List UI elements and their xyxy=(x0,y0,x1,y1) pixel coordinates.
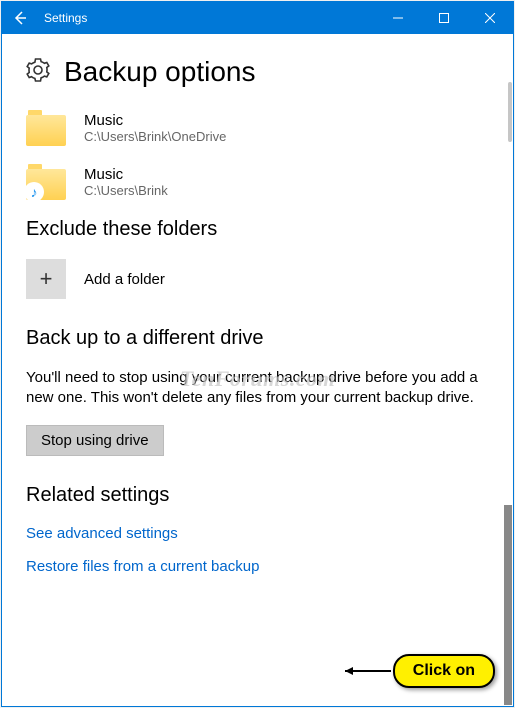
page-header: Backup options xyxy=(26,56,489,88)
content-area: Backup options Music C:\Users\Brink\OneD… xyxy=(2,34,513,706)
stop-using-drive-button[interactable]: Stop using drive xyxy=(26,425,164,456)
scroll-thumb[interactable] xyxy=(504,505,512,705)
gear-icon xyxy=(26,58,50,87)
scroll-track xyxy=(508,82,512,142)
minimize-button[interactable] xyxy=(375,2,421,34)
folder-item-onedrive-music[interactable]: Music C:\Users\Brink\OneDrive xyxy=(26,110,489,146)
arrow-left-icon xyxy=(12,10,28,26)
folder-name: Music xyxy=(84,166,168,183)
close-icon xyxy=(485,13,495,23)
close-button[interactable] xyxy=(467,2,513,34)
folder-item-music[interactable]: ♪ Music C:\Users\Brink xyxy=(26,164,489,200)
folder-path: C:\Users\Brink xyxy=(84,183,168,198)
window-controls xyxy=(375,2,513,34)
add-folder-button[interactable]: + Add a folder xyxy=(26,259,489,299)
folder-path: C:\Users\Brink\OneDrive xyxy=(84,129,226,144)
callout-label: Click on xyxy=(393,654,495,688)
annotation-callout: Click on xyxy=(345,654,495,688)
callout-pointer-icon xyxy=(345,665,393,677)
titlebar: Settings xyxy=(2,2,513,34)
page-title: Backup options xyxy=(64,56,255,88)
backup-drive-description: You'll need to stop using your current b… xyxy=(26,368,489,409)
related-settings-heading: Related settings xyxy=(26,484,489,507)
see-advanced-settings-link[interactable]: See advanced settings xyxy=(26,525,178,542)
maximize-icon xyxy=(439,13,449,23)
window-title: Settings xyxy=(44,11,87,25)
exclude-heading: Exclude these folders xyxy=(26,218,489,241)
backup-drive-heading: Back up to a different drive xyxy=(26,327,489,350)
restore-files-link[interactable]: Restore files from a current backup xyxy=(26,558,259,575)
maximize-button[interactable] xyxy=(421,2,467,34)
folder-icon xyxy=(26,110,66,146)
back-button[interactable] xyxy=(2,2,38,34)
music-folder-icon: ♪ xyxy=(26,164,66,200)
plus-icon: + xyxy=(26,259,66,299)
minimize-icon xyxy=(393,13,403,23)
vertical-scrollbar[interactable] xyxy=(498,34,512,705)
add-folder-label: Add a folder xyxy=(84,271,165,288)
folder-name: Music xyxy=(84,112,226,129)
settings-window: Settings Backup options Music xyxy=(1,1,514,707)
music-note-icon: ♪ xyxy=(24,182,44,202)
